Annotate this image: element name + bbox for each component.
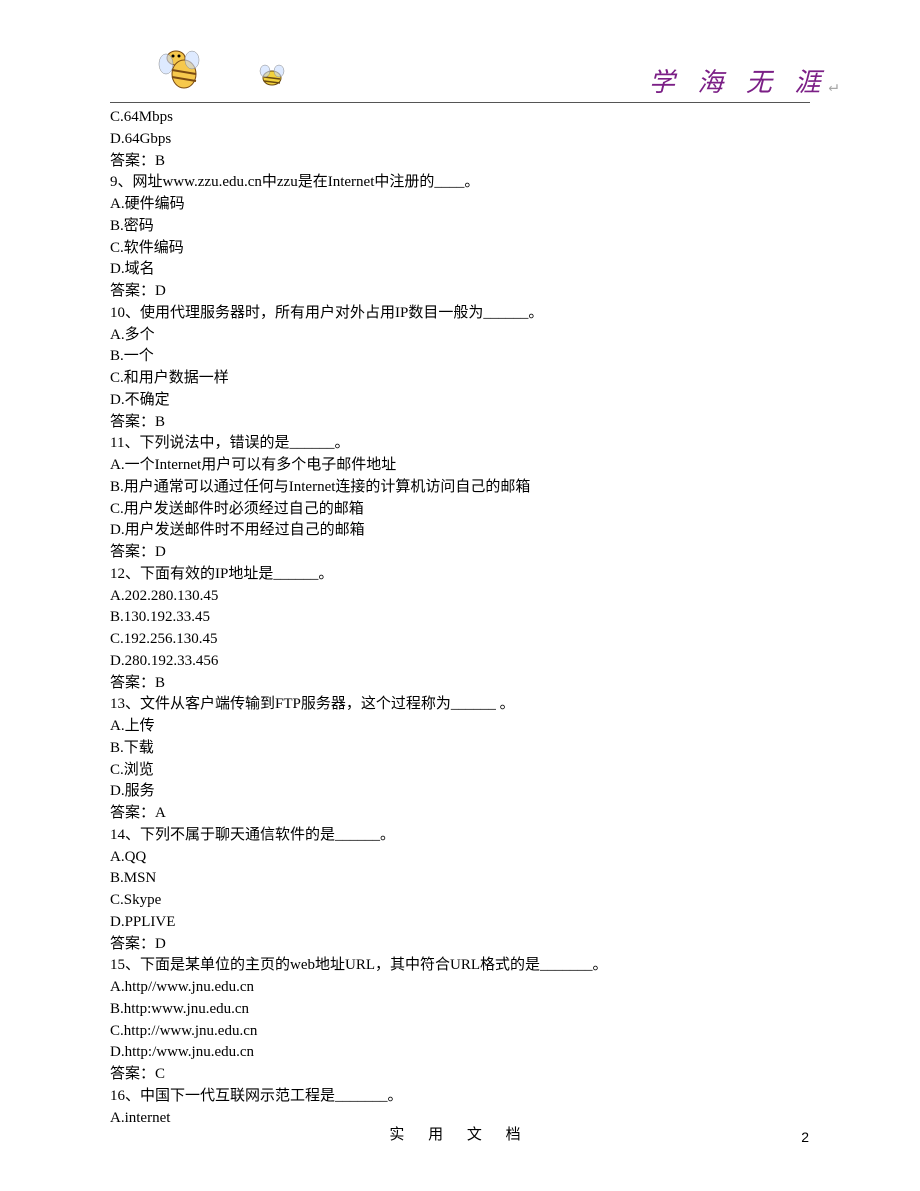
text-line: 答案：B (110, 412, 810, 434)
text-line: A.硬件编码 (110, 194, 810, 216)
text-line: C.http://www.jnu.edu.cn (110, 1021, 810, 1043)
text-line: D.280.192.33.456 (110, 651, 810, 673)
page-header: 学 海 无 涯↵ (110, 50, 810, 103)
text-line: C.软件编码 (110, 238, 810, 260)
text-line: B.用户通常可以通过任何与Internet连接的计算机访问自己的邮箱 (110, 477, 810, 499)
text-line: C.192.256.130.45 (110, 629, 810, 651)
text-line: 11、下列说法中，错误的是______。 (110, 433, 810, 455)
text-line: 13、文件从客户端传输到FTP服务器，这个过程称为______ 。 (110, 694, 810, 716)
document-body: C.64MbpsD.64Gbps答案：B9、网址www.zzu.edu.cn中z… (110, 107, 810, 1129)
text-line: 15、下面是某单位的主页的web地址URL，其中符合URL格式的是_______… (110, 955, 810, 977)
text-line: A.一个Internet用户可以有多个电子邮件地址 (110, 455, 810, 477)
text-line: D.http:/www.jnu.edu.cn (110, 1042, 810, 1064)
text-line: 答案：B (110, 151, 810, 173)
text-line: C.Skype (110, 890, 810, 912)
text-line: D.不确定 (110, 390, 810, 412)
text-line: B.下载 (110, 738, 810, 760)
text-line: D.PPLIVE (110, 912, 810, 934)
bee-small-icon (258, 64, 286, 88)
page: 学 海 无 涯↵ C.64MbpsD.64Gbps答案：B9、网址www.zzu… (0, 0, 920, 1191)
bee-large-icon (158, 44, 202, 94)
text-line: 14、下列不属于聊天通信软件的是______。 (110, 825, 810, 847)
text-line: B.130.192.33.45 (110, 607, 810, 629)
text-line: B.MSN (110, 868, 810, 890)
text-line: 答案：B (110, 673, 810, 695)
text-line: C.和用户数据一样 (110, 368, 810, 390)
header-slogan: 学 海 无 涯↵ (649, 64, 838, 102)
text-line: 答案：C (110, 1064, 810, 1086)
page-number: 2 (801, 1127, 809, 1147)
text-line: 10、使用代理服务器时，所有用户对外占用IP数目一般为______。 (110, 303, 810, 325)
text-line: 答案：D (110, 934, 810, 956)
text-line: C.64Mbps (110, 107, 810, 129)
text-line: D.服务 (110, 781, 810, 803)
footer-text: 实 用 文 档 (0, 1125, 920, 1147)
text-line: A.202.280.130.45 (110, 586, 810, 608)
text-line: 答案：D (110, 281, 810, 303)
text-line: B.一个 (110, 346, 810, 368)
text-line: C.浏览 (110, 760, 810, 782)
text-line: C.用户发送邮件时必须经过自己的邮箱 (110, 499, 810, 521)
slogan-tail-icon: ↵ (828, 76, 838, 95)
text-line: A.QQ (110, 847, 810, 869)
text-line: D.64Gbps (110, 129, 810, 151)
text-line: 12、下面有效的IP地址是______。 (110, 564, 810, 586)
text-line: D.域名 (110, 259, 810, 281)
text-line: B.密码 (110, 216, 810, 238)
text-line: B.http:www.jnu.edu.cn (110, 999, 810, 1021)
text-line: 答案：D (110, 542, 810, 564)
text-line: 答案：A (110, 803, 810, 825)
text-line: A.http//www.jnu.edu.cn (110, 977, 810, 999)
text-line: A.多个 (110, 325, 810, 347)
text-line: D.用户发送邮件时不用经过自己的邮箱 (110, 520, 810, 542)
text-line: 16、中国下一代互联网示范工程是_______。 (110, 1086, 810, 1108)
text-line: A.上传 (110, 716, 810, 738)
text-line: 9、网址www.zzu.edu.cn中zzu是在Internet中注册的____… (110, 172, 810, 194)
slogan-text: 学 海 无 涯 (649, 68, 829, 97)
